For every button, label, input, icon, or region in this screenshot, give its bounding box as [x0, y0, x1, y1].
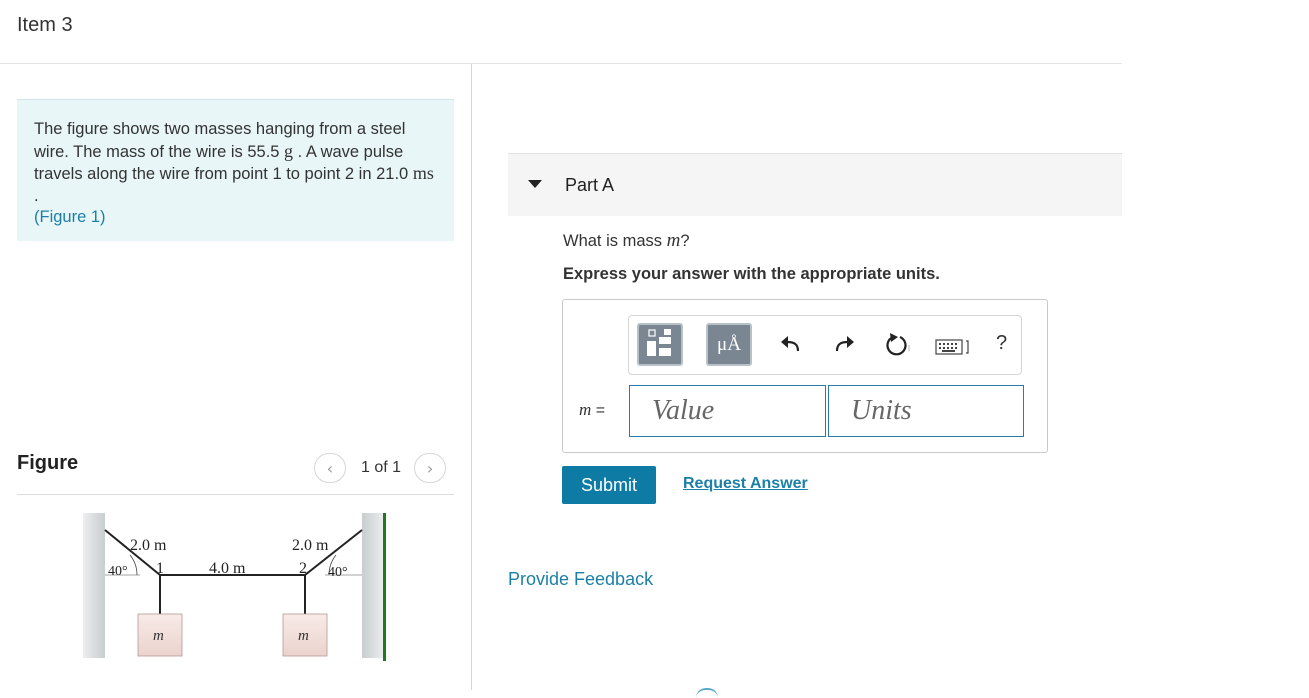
hanging-masses-diagram: 2.0 m 4.0 m 2.0 m 40° 40° 1 2 m m [83, 513, 386, 661]
provide-feedback-link[interactable]: Provide Feedback [508, 569, 653, 590]
pager-count: 1 of 1 [361, 459, 402, 476]
reset-icon[interactable] [885, 333, 911, 357]
equals-sign: = [591, 402, 606, 419]
figure-pager: ‹ 1 of 1 › [314, 453, 447, 483]
right-wall-edge [383, 513, 386, 661]
left-mass-label: m [153, 628, 164, 644]
item-title: Item 3 [17, 14, 73, 36]
mass-unit: g [284, 140, 294, 161]
question-after: ? [680, 232, 690, 250]
column-divider [471, 64, 472, 690]
right-angle-label: 40° [328, 565, 348, 580]
time-unit: ms [412, 163, 434, 183]
question-variable: m [666, 230, 681, 251]
question-before: What is mass [563, 232, 667, 250]
submit-button[interactable]: Submit [562, 466, 656, 504]
units-input[interactable] [828, 385, 1024, 437]
problem-statement: The figure shows two masses hanging from… [17, 99, 454, 241]
left-wall [83, 513, 105, 658]
right-mass-label: m [298, 628, 309, 644]
part-a-header[interactable]: Part A [508, 153, 1122, 216]
middle-segment-label: 4.0 m [209, 560, 246, 577]
right-segment-label: 2.0 m [292, 537, 329, 554]
partial-button-edge [696, 688, 718, 698]
figure-heading: Figure [17, 452, 79, 474]
math-toolbar: μÅ ? [628, 315, 1022, 375]
point-2-label: 2 [299, 560, 307, 577]
caret-down-icon[interactable] [528, 180, 542, 188]
units-button[interactable]: μÅ [706, 323, 752, 366]
keyboard-icon[interactable] [935, 338, 971, 356]
units-button-label: μÅ [717, 334, 741, 355]
help-button[interactable]: ? [996, 332, 1007, 355]
problem-text-after: . [34, 186, 39, 205]
answer-variable: m [579, 400, 592, 419]
templates-icon[interactable] [637, 323, 683, 366]
header-divider [0, 63, 1122, 64]
undo-icon[interactable] [780, 334, 802, 354]
request-answer-link[interactable]: Request Answer [683, 475, 808, 493]
chevron-right-icon[interactable]: › [414, 453, 447, 483]
answer-variable-label: m = [579, 400, 605, 420]
figure-link[interactable]: (Figure 1) [34, 208, 106, 226]
part-title: Part A [565, 175, 615, 195]
figure-divider [17, 494, 454, 495]
right-wall [362, 513, 384, 658]
question-text: What is mass m? [563, 230, 690, 252]
left-angle-label: 40° [108, 564, 128, 579]
answer-instruction: Express your answer with the appropriate… [563, 265, 940, 283]
point-1-label: 1 [156, 560, 164, 577]
left-angle-arc [129, 554, 138, 576]
left-segment-label: 2.0 m [130, 537, 167, 554]
value-input[interactable] [629, 385, 826, 437]
answer-panel: μÅ ? m = [562, 299, 1048, 453]
chevron-left-icon[interactable]: ‹ [314, 453, 346, 483]
redo-icon[interactable] [833, 334, 855, 354]
